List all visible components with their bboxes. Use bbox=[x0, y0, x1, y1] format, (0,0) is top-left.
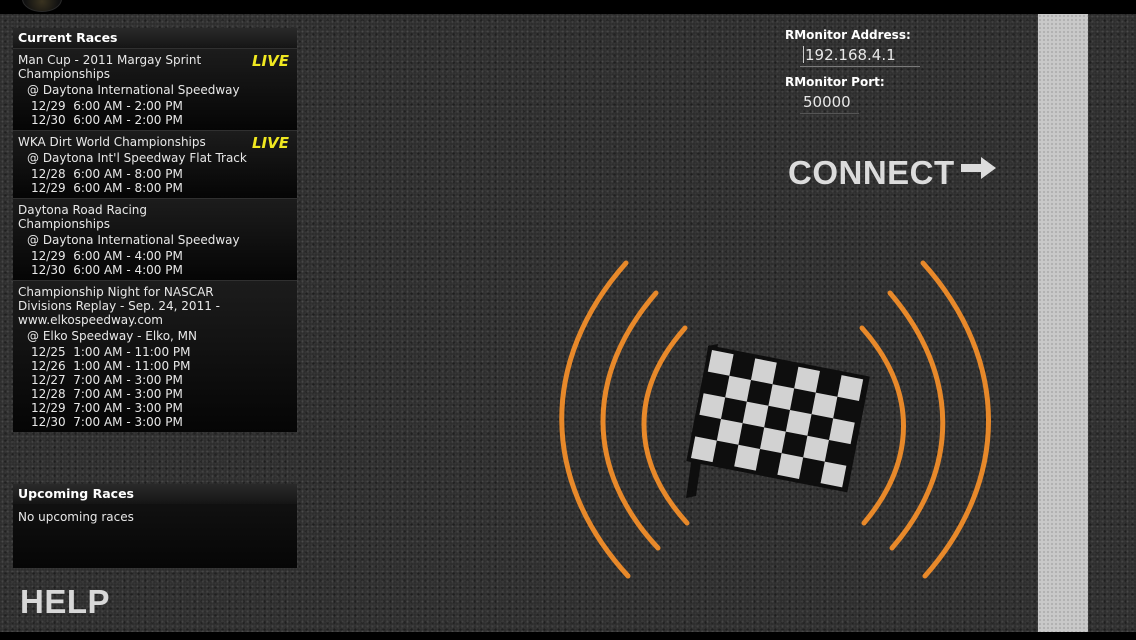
address-value: 192.168.4.1 bbox=[805, 46, 896, 64]
race-time: 12/30 7:00 AM - 3:00 PM bbox=[31, 415, 183, 429]
flag-square bbox=[811, 392, 838, 419]
lane-stripe bbox=[1038, 14, 1088, 632]
connect-label: CONNECT bbox=[788, 154, 955, 191]
race-time: 12/26 1:00 AM - 11:00 PM bbox=[31, 359, 191, 373]
race-title: Daytona Road Racing Championships bbox=[18, 203, 148, 231]
race-venue: @ Daytona Int'l Speedway Flat Track bbox=[27, 151, 247, 165]
race-item[interactable]: Man Cup - 2011 Margay Sprint Championshi… bbox=[13, 48, 297, 130]
race-time: 12/29 6:00 AM - 8:00 PM bbox=[31, 181, 183, 195]
flag-square bbox=[742, 401, 769, 428]
flag-square bbox=[716, 418, 743, 445]
connection-form: RMonitor Address: 192.168.4.1 RMonitor P… bbox=[785, 28, 920, 114]
race-title: Man Cup - 2011 Margay Sprint Championshi… bbox=[18, 53, 202, 81]
current-races-header: Current Races bbox=[13, 28, 297, 48]
signal-arc-left-middle bbox=[600, 290, 661, 551]
flag-square bbox=[750, 358, 777, 385]
race-item[interactable]: Championship Night for NASCAR Divisions … bbox=[13, 280, 297, 432]
race-title: Championship Night for NASCAR Divisions … bbox=[18, 285, 220, 327]
signal-arc-right-inner bbox=[859, 325, 906, 526]
flag-square bbox=[794, 366, 820, 393]
race-venue: @ Daytona International Speedway bbox=[27, 233, 240, 247]
race-time: 12/27 7:00 AM - 3:00 PM bbox=[31, 373, 183, 387]
flag-square bbox=[828, 418, 855, 445]
text-cursor bbox=[803, 46, 804, 63]
flag-square bbox=[803, 435, 829, 462]
race-item[interactable]: WKA Dirt World Championships LIVE @ Dayton… bbox=[13, 130, 297, 198]
checkered-flag-signal-icon bbox=[559, 260, 991, 579]
flag-square bbox=[837, 375, 864, 401]
flag-square bbox=[820, 461, 847, 488]
help-button[interactable]: HELP bbox=[20, 583, 110, 621]
race-schedule: 12/25 1:00 AM - 11:00 PM 12/26 1:00 AM - … bbox=[18, 345, 292, 429]
flag-square bbox=[699, 393, 726, 419]
arrow-right-icon bbox=[960, 150, 997, 188]
race-time: 12/29 6:00 AM - 2:00 PM bbox=[31, 99, 183, 113]
no-upcoming-races-text: No upcoming races bbox=[18, 510, 134, 524]
flag-square bbox=[734, 444, 760, 471]
race-time: 12/29 6:00 AM - 4:00 PM bbox=[31, 249, 183, 263]
flag-square bbox=[725, 375, 751, 402]
app-logo bbox=[22, 0, 62, 12]
live-badge: LIVE bbox=[252, 52, 289, 70]
upcoming-races-header: Upcoming Races bbox=[13, 484, 297, 504]
race-time: 12/28 7:00 AM - 3:00 PM bbox=[31, 387, 183, 401]
connect-button[interactable]: CONNECT bbox=[788, 150, 997, 192]
race-time: 12/28 6:00 AM - 8:00 PM bbox=[31, 167, 183, 181]
address-input[interactable]: 192.168.4.1 bbox=[800, 44, 920, 67]
port-label: RMonitor Port: bbox=[785, 75, 885, 89]
flag-square bbox=[768, 384, 795, 410]
flag-square bbox=[759, 427, 786, 454]
race-time: 12/30 6:00 AM - 2:00 PM bbox=[31, 113, 183, 127]
race-time: 12/29 7:00 AM - 3:00 PM bbox=[31, 401, 183, 415]
race-time: 12/30 6:00 AM - 4:00 PM bbox=[31, 263, 183, 277]
checkered-flag bbox=[686, 344, 870, 498]
current-races-panel: Current Races Man Cup - 2011 Margay Spri… bbox=[13, 28, 297, 432]
race-venue: @ Elko Speedway - Elko, MN bbox=[27, 329, 197, 343]
race-title: WKA Dirt World Championships bbox=[18, 135, 206, 149]
signal-arc-right-middle bbox=[887, 290, 946, 551]
flag-square bbox=[707, 350, 734, 376]
flag-square bbox=[777, 453, 804, 479]
race-list: Man Cup - 2011 Margay Sprint Championshi… bbox=[13, 48, 297, 432]
race-item[interactable]: Daytona Road Racing Championships @ Dayto… bbox=[13, 198, 297, 280]
signal-arc-right-outer bbox=[920, 260, 991, 579]
race-time: 12/25 1:00 AM - 11:00 PM bbox=[31, 345, 191, 359]
flag-square bbox=[785, 409, 812, 436]
race-schedule: 12/28 6:00 AM - 8:00 PM 12/29 6:00 AM - 8… bbox=[18, 167, 292, 195]
signal-arc-left-inner bbox=[641, 325, 690, 526]
race-schedule: 12/29 6:00 AM - 4:00 PM 12/30 6:00 AM - 4… bbox=[18, 249, 292, 277]
race-venue: @ Daytona International Speedway bbox=[27, 83, 240, 97]
status-bar bbox=[0, 0, 1136, 14]
upcoming-races-panel: Upcoming Races No upcoming races bbox=[13, 484, 297, 568]
address-label: RMonitor Address: bbox=[785, 28, 911, 42]
flag-square bbox=[691, 436, 717, 463]
live-badge: LIVE bbox=[252, 134, 289, 152]
race-schedule: 12/29 6:00 AM - 2:00 PM 12/30 6:00 AM - 2… bbox=[18, 99, 292, 127]
signal-arc-left-outer bbox=[559, 260, 631, 579]
flag-grid bbox=[686, 345, 870, 493]
port-input[interactable]: 50000 bbox=[800, 91, 859, 114]
